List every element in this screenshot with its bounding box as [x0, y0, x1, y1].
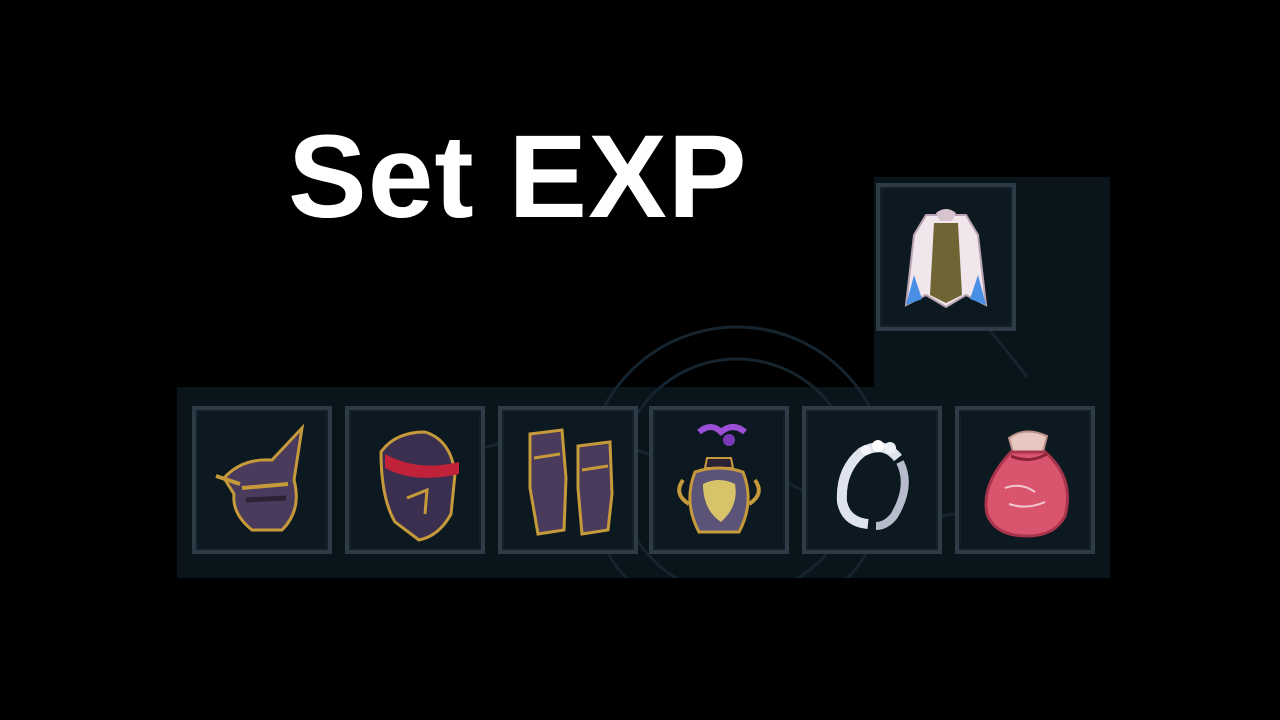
- urn-slot[interactable]: [649, 406, 789, 554]
- chest-armor-icon: [379, 430, 459, 542]
- pouch-icon: [984, 430, 1069, 538]
- cape-icon: [904, 209, 988, 309]
- game-screen: Set EXP: [0, 0, 1280, 720]
- pouch-slot[interactable]: [955, 406, 1095, 554]
- gauntlets-slot[interactable]: [498, 406, 638, 554]
- chest-armor-slot[interactable]: [345, 406, 485, 554]
- helmet-slot[interactable]: [192, 406, 332, 554]
- helmet-icon: [215, 423, 305, 532]
- ring-slot[interactable]: [802, 406, 942, 554]
- gauntlets-icon: [528, 428, 614, 536]
- cape-slot[interactable]: [876, 183, 1016, 331]
- ring-icon: [836, 440, 909, 530]
- set-exp-title: Set EXP: [288, 111, 748, 243]
- urn-icon: [677, 424, 761, 534]
